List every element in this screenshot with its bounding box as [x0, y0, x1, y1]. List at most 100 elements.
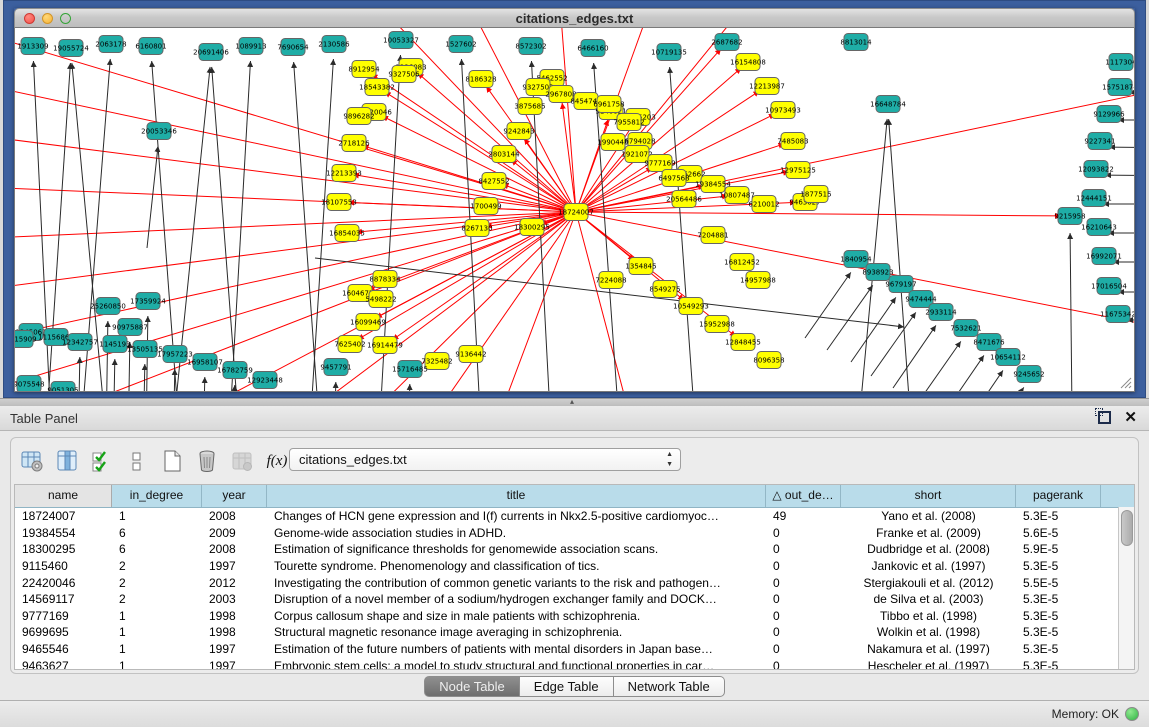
graph-node[interactable]: 11675342: [1100, 306, 1135, 323]
black-citation-edge[interactable]: [147, 146, 158, 248]
graph-node[interactable]: 8096358: [753, 352, 784, 369]
graph-node[interactable]: 6210012: [748, 196, 779, 213]
graph-node[interactable]: 12848455: [725, 334, 761, 351]
graph-node[interactable]: 8878334: [369, 271, 401, 288]
graph-node[interactable]: 8572302: [515, 38, 546, 55]
graph-node[interactable]: 16812452: [724, 254, 760, 271]
black-citation-edge[interactable]: [202, 377, 205, 392]
red-citation-edge[interactable]: [353, 174, 576, 212]
graph-node[interactable]: 90975887: [112, 319, 148, 336]
graph-node[interactable]: 12975125: [780, 162, 816, 179]
graph-node[interactable]: 9136442: [455, 346, 486, 363]
table-row[interactable]: 1830029562008Estimation of significance …: [15, 541, 1134, 558]
column-header-year[interactable]: year: [202, 485, 267, 507]
graph-node[interactable]: 8267130: [461, 220, 492, 237]
column-header-name[interactable]: name: [15, 485, 112, 507]
graph-node[interactable]: 15751874: [1102, 79, 1135, 96]
citation-graph[interactable]: 8912954222608393275061854338281863285462…: [15, 28, 1135, 392]
black-citation-edge[interactable]: [961, 370, 1003, 392]
tab-edge-table[interactable]: Edge Table: [520, 676, 614, 697]
vertical-scrollbar[interactable]: [1118, 507, 1134, 669]
graph-node[interactable]: 9215958: [1054, 208, 1085, 225]
graph-node[interactable]: 2718126: [338, 135, 370, 152]
graph-node[interactable]: 9777169: [644, 155, 675, 172]
import-table-icon[interactable]: [229, 448, 255, 474]
graph-node[interactable]: 8471676: [973, 334, 1005, 351]
black-citation-edge[interactable]: [917, 341, 961, 392]
table-row[interactable]: 977716911998Corpus callosum shape and si…: [15, 608, 1134, 625]
graph-node[interactable]: 8186328: [465, 71, 496, 88]
graph-node[interactable]: 17359924: [130, 293, 166, 310]
graph-node[interactable]: 9679197: [885, 276, 916, 293]
graph-node[interactable]: 1117304: [1105, 54, 1135, 71]
graph-node[interactable]: 12213987: [749, 78, 785, 95]
table-row[interactable]: 1456911722003Disruption of a novel membe…: [15, 591, 1134, 608]
column-header-out_degree[interactable]: △ out_de…: [766, 485, 841, 507]
float-panel-icon[interactable]: [1098, 411, 1111, 424]
red-citation-edge[interactable]: [576, 70, 1135, 212]
red-citation-edge[interactable]: [576, 212, 1135, 346]
tab-network-table[interactable]: Network Table: [614, 676, 725, 697]
table-options-icon[interactable]: [19, 448, 45, 474]
graph-node[interactable]: 5498222: [365, 291, 396, 308]
black-citation-edge[interactable]: [889, 119, 917, 392]
table-row[interactable]: 946362711997Embryonic stem cells: a mode…: [15, 657, 1134, 669]
graph-node[interactable]: 7204881: [697, 227, 728, 244]
black-citation-edge[interactable]: [294, 62, 325, 392]
resize-grip-icon[interactable]: [1116, 373, 1132, 389]
deselect-all-icon[interactable]: [124, 448, 150, 474]
graph-node[interactable]: 16648784: [870, 96, 906, 113]
graph-node[interactable]: 12213393: [326, 165, 362, 182]
black-citation-edge[interactable]: [805, 272, 851, 338]
function-builder-icon[interactable]: f(x): [264, 448, 290, 474]
graph-node[interactable]: 18107553: [321, 194, 357, 211]
table-row[interactable]: 946554611997Estimation of the future num…: [15, 641, 1134, 658]
graph-node[interactable]: 8912954: [348, 61, 380, 78]
graph-node[interactable]: 1354845: [625, 258, 656, 275]
graph-node[interactable]: 1527602: [445, 36, 476, 53]
graph-node[interactable]: 1145193: [99, 336, 130, 353]
graph-node[interactable]: 16914479: [367, 337, 403, 354]
graph-node[interactable]: 7955812: [613, 114, 644, 131]
graph-node[interactable]: 10053327: [383, 32, 419, 49]
graph-node[interactable]: 16854035: [329, 225, 365, 242]
table-row[interactable]: 1872400712008Changes of HCN gene express…: [15, 508, 1134, 525]
graph-node[interactable]: 18543382: [359, 79, 395, 96]
graph-node[interactable]: 6466160: [577, 40, 608, 57]
graph-node[interactable]: 15952988: [699, 316, 735, 333]
scrollbar-thumb[interactable]: [1121, 510, 1133, 546]
graph-node[interactable]: 14957988: [740, 272, 776, 289]
graph-node[interactable]: 6961758: [593, 96, 624, 113]
graph-node[interactable]: 9227341: [1084, 133, 1115, 150]
tab-node-table[interactable]: Node Table: [424, 676, 520, 697]
graph-node[interactable]: 7532621: [950, 320, 981, 337]
graph-node[interactable]: 9327506: [388, 66, 420, 83]
black-citation-edge[interactable]: [983, 387, 1024, 392]
red-citation-edge[interactable]: [576, 212, 1061, 216]
graph-node[interactable]: 9896282: [343, 108, 374, 125]
divider-handle-icon[interactable]: ▴: [570, 397, 574, 406]
network-window-titlebar[interactable]: citations_edges.txt: [14, 8, 1135, 28]
graph-node[interactable]: 9242843: [503, 123, 534, 140]
graph-node[interactable]: 9075548: [15, 376, 45, 393]
graph-node[interactable]: 3875685: [514, 98, 545, 115]
graph-node[interactable]: 8427552: [478, 173, 509, 190]
graph-node[interactable]: 2130586: [318, 36, 350, 53]
graph-node[interactable]: 6160801: [135, 38, 166, 55]
black-citation-edge[interactable]: [670, 67, 701, 392]
column-header-title[interactable]: title: [267, 485, 766, 507]
graph-node[interactable]: 10719135: [651, 44, 687, 61]
graph-node[interactable]: 2063178: [95, 36, 126, 53]
graph-node[interactable]: 7485083: [777, 133, 808, 150]
graph-node[interactable]: 7625402: [334, 336, 365, 353]
graph-node[interactable]: 1913309: [17, 38, 48, 55]
column-header-short[interactable]: short: [841, 485, 1016, 507]
memory-status-icon[interactable]: [1125, 707, 1139, 721]
black-citation-edge[interactable]: [1105, 175, 1135, 176]
select-all-icon[interactable]: [89, 448, 115, 474]
table-source-dropdown[interactable]: citations_edges.txt ▲▼: [289, 448, 681, 471]
black-citation-edge[interactable]: [172, 369, 175, 392]
network-canvas[interactable]: 8912954222608393275061854338281863285462…: [14, 28, 1135, 392]
graph-node[interactable]: 20691406: [193, 44, 229, 61]
graph-node[interactable]: 2687682: [711, 34, 742, 51]
